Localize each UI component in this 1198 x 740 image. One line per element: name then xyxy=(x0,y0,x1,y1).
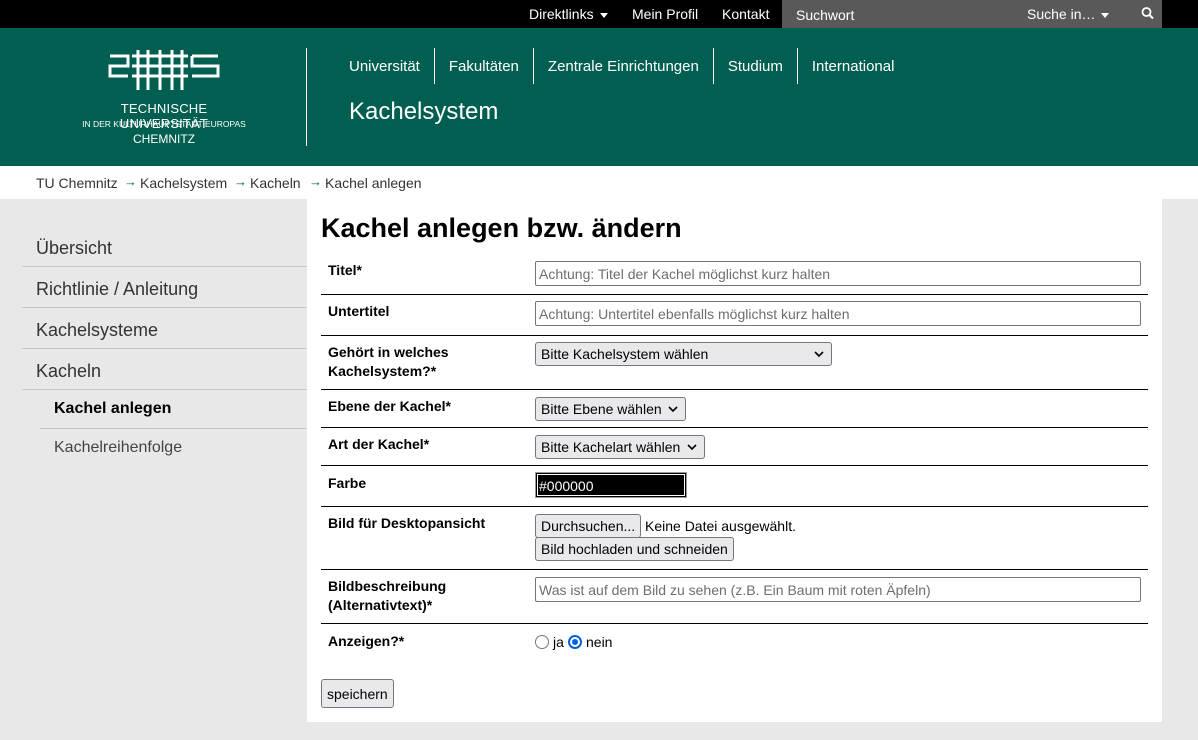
farbe-color-input[interactable]: #000000 xyxy=(535,472,687,498)
anzeigen-label: Anzeigen?* xyxy=(328,633,405,649)
nav-item-international[interactable]: International xyxy=(796,48,909,84)
titel-label: Titel* xyxy=(328,262,362,278)
direktlinks-label: Direktlinks xyxy=(529,6,594,22)
browse-button[interactable]: Durchsuchen... xyxy=(535,514,642,538)
ebene-select-value: Bitte Ebene wählen xyxy=(541,401,662,417)
chevron-down-icon xyxy=(687,444,697,451)
search-input[interactable]: Suchwort xyxy=(796,7,854,23)
form-row-ebene: Ebene der Kachel* Bitte Ebene wählen xyxy=(321,390,1148,428)
radio-nein-label[interactable]: nein xyxy=(586,634,612,650)
form-row-alttext: Bildbeschreibung (Alternativtext)* xyxy=(321,570,1148,624)
caret-down-icon xyxy=(1101,12,1110,18)
arrow-right-icon: → xyxy=(309,174,322,189)
sidebar-item-richtlinie[interactable]: Richtlinie / Anleitung xyxy=(22,267,307,308)
radio-nein[interactable] xyxy=(568,635,582,649)
search-button[interactable] xyxy=(1134,0,1162,28)
sidebar-item-kacheln[interactable]: Kacheln xyxy=(22,349,307,390)
breadcrumb-current: Kachel anlegen xyxy=(325,175,422,191)
search-box[interactable]: Suchwort Suche in… xyxy=(782,0,1134,28)
breadcrumb-item[interactable]: Kachelsystem xyxy=(140,175,227,191)
kontakt-link[interactable]: Kontakt xyxy=(722,6,769,22)
nav-item-universitaet[interactable]: Universität xyxy=(335,48,434,84)
nav-item-studium[interactable]: Studium xyxy=(712,48,797,84)
form-row-kachelsystem: Gehört in welches Kachelsystem?* Bitte Ka… xyxy=(321,336,1148,390)
form-row-farbe: Farbe #000000 xyxy=(321,466,1148,507)
alttext-label-line1: Bildbeschreibung xyxy=(328,578,447,594)
direktlinks-menu[interactable]: Direktlinks xyxy=(529,6,608,22)
sidebar: Übersicht Richtlinie / Anleitung Kachels… xyxy=(22,226,307,468)
site-header: TECHNISCHE UNIVERSITÄT IN DER KULTURHAUP… xyxy=(0,28,1198,166)
farbe-label: Farbe xyxy=(328,475,367,491)
kachelsystem-select[interactable]: Bitte Kachelsystem wählen xyxy=(535,342,832,366)
search-scope-dropdown[interactable]: Suche in… xyxy=(1027,6,1110,22)
form-row-untertitel: Untertitel xyxy=(321,295,1148,336)
alttext-label: Bildbeschreibung (Alternativtext)* xyxy=(328,577,446,615)
chevron-down-icon xyxy=(814,351,824,358)
kachelsystem-label: Gehört in welches Kachelsystem?* xyxy=(328,343,449,381)
mein-profil-link[interactable]: Mein Profil xyxy=(632,6,698,22)
header-divider xyxy=(306,48,307,146)
radio-ja[interactable] xyxy=(535,635,549,649)
arrow-right-icon: → xyxy=(124,174,137,189)
art-select[interactable]: Bitte Kachelart wählen xyxy=(535,435,705,459)
chevron-down-icon xyxy=(668,406,678,413)
nav-item-zentrale-einrichtungen[interactable]: Zentrale Einrichtungen xyxy=(532,48,713,84)
page-title: Kachel anlegen bzw. ändern xyxy=(321,213,682,243)
art-label: Art der Kachel* xyxy=(328,436,430,452)
sidebar-item-uebersicht[interactable]: Übersicht xyxy=(22,226,307,267)
logo-mark-icon xyxy=(108,50,220,90)
top-bar: Direktlinks Mein Profil Kontakt Suchwort… xyxy=(0,0,1198,28)
breadcrumb: TU Chemnitz → Kachelsystem → Kacheln → K… xyxy=(0,166,1198,199)
bild-label: Bild für Desktopansicht xyxy=(328,515,486,531)
kachelsystem-label-line1: Gehört in welches xyxy=(328,344,449,360)
ebene-label: Ebene der Kachel* xyxy=(328,398,451,414)
titel-input[interactable] xyxy=(535,261,1141,286)
search-scope-label: Suche in… xyxy=(1027,6,1096,22)
radio-ja-label[interactable]: ja xyxy=(553,634,564,650)
tu-chemnitz-logo[interactable]: TECHNISCHE UNIVERSITÄT IN DER KULTURHAUP… xyxy=(80,46,248,150)
form-row-art: Art der Kachel* Bitte Kachelart wählen xyxy=(321,428,1148,466)
upload-crop-button[interactable]: Bild hochladen und schneiden xyxy=(535,537,734,561)
site-title[interactable]: Kachelsystem xyxy=(349,98,498,126)
caret-down-icon xyxy=(599,12,608,18)
sidebar-item-kachelsysteme[interactable]: Kachelsysteme xyxy=(22,308,307,349)
save-button[interactable]: speichern xyxy=(321,679,394,708)
form-row-titel: Titel* xyxy=(321,253,1148,295)
alttext-label-line2: (Alternativtext)* xyxy=(328,597,433,613)
breadcrumb-item[interactable]: TU Chemnitz xyxy=(36,175,118,191)
main-nav: Universität Fakultäten Zentrale Einricht… xyxy=(335,48,908,84)
farbe-value: #000000 xyxy=(539,478,594,494)
kachelsystem-select-value: Bitte Kachelsystem wählen xyxy=(541,346,709,362)
ebene-select[interactable]: Bitte Ebene wählen xyxy=(535,397,686,421)
main-content: Kachel anlegen bzw. ändern Titel* Untert… xyxy=(307,199,1162,722)
no-file-text: Keine Datei ausgewählt. xyxy=(645,518,796,534)
sidebar-subitem-kachelreihenfolge[interactable]: Kachelreihenfolge xyxy=(40,429,307,468)
logo-line3: CHEMNITZ xyxy=(133,132,195,146)
search-icon xyxy=(1141,7,1154,20)
sidebar-subitem-kachel-anlegen[interactable]: Kachel anlegen xyxy=(40,390,307,429)
art-select-value: Bitte Kachelart wählen xyxy=(541,439,681,455)
kachelsystem-label-line2: Kachelsystem?* xyxy=(328,363,437,379)
alttext-input[interactable] xyxy=(535,577,1141,602)
untertitel-label: Untertitel xyxy=(328,303,390,319)
form-row-bild: Bild für Desktopansicht Durchsuchen... K… xyxy=(321,507,1148,570)
form-row-anzeigen: Anzeigen?* ja nein xyxy=(321,624,1148,664)
breadcrumb-item[interactable]: Kacheln xyxy=(250,175,301,191)
nav-item-fakultaeten[interactable]: Fakultäten xyxy=(433,48,533,84)
logo-line2: IN DER KULTURHAUPTSTADT EUROPAS xyxy=(82,119,246,129)
arrow-right-icon: → xyxy=(234,174,247,189)
untertitel-input[interactable] xyxy=(535,301,1141,326)
